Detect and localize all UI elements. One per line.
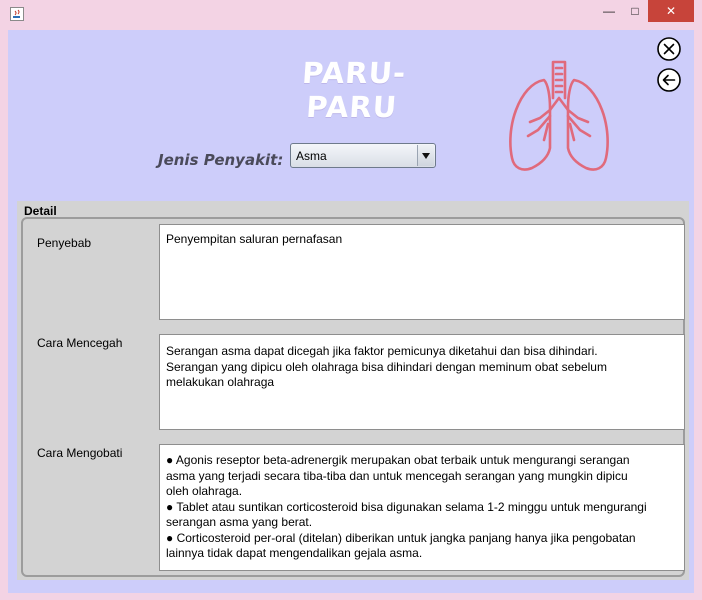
text-line: asma yang terjadi secara tiba-tiba dan u… (166, 468, 628, 483)
prevention-label: Cara Mencegah (37, 336, 123, 350)
prevention-textarea[interactable]: Serangan asma dapat dicegah jika faktor … (159, 334, 685, 430)
cause-textarea[interactable]: Penyempitan saluran pernafasan (159, 224, 685, 320)
text-line: ● Agonis reseptor beta-adrenergik merupa… (166, 453, 630, 467)
main-frame: PARU-PARU Jenis Penyakit: Asma Detail Pe… (8, 30, 694, 593)
disease-select[interactable]: Asma (290, 143, 436, 168)
text-line: melakukan olahraga (166, 375, 275, 389)
maximize-button[interactable]: □ (622, 0, 648, 22)
detail-panel: Detail Penyebab Penyempitan saluran pern… (17, 201, 689, 580)
back-arrow-icon[interactable] (656, 67, 682, 93)
lungs-icon (509, 60, 609, 171)
text-line: Serangan asma dapat dicegah jika faktor … (166, 344, 598, 358)
app-title: PARU-PARU (301, 56, 408, 124)
treatment-textarea[interactable]: ● Agonis reseptor beta-adrenergik merupa… (159, 444, 685, 571)
treatment-label: Cara Mengobati (37, 446, 123, 460)
minimize-button[interactable]: — (596, 0, 622, 22)
disease-select-value: Asma (296, 148, 327, 163)
cause-label: Penyebab (37, 236, 92, 250)
java-app-icon (10, 7, 24, 21)
text-line: serangan asma yang berat. (166, 515, 313, 529)
close-circle-icon[interactable] (656, 36, 682, 62)
window-titlebar: — □ ✕ (0, 0, 702, 30)
detail-panel-title: Detail (24, 204, 57, 218)
text-line: Penyempitan saluran pernafasan (166, 232, 343, 246)
disease-type-label: Jenis Penyakit: (158, 151, 284, 169)
text-line: Serangan yang dipicu oleh olahraga bisa … (166, 359, 607, 374)
text-line: lainnya tidak dapat mengendalikan gejala… (166, 546, 423, 560)
text-line: oleh olahraga. (166, 484, 243, 498)
text-line: ● Corticosteroid per-oral (ditelan) dibe… (166, 530, 636, 545)
window-close-button[interactable]: ✕ (648, 0, 694, 22)
text-line: ● Tablet atau suntikan corticosteroid bi… (166, 499, 647, 514)
chevron-down-icon[interactable] (417, 145, 434, 166)
